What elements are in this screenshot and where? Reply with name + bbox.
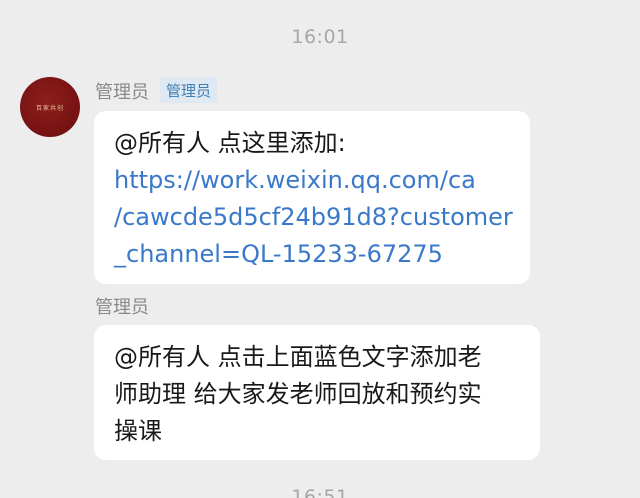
admin-badge: 管理员 — [160, 77, 218, 103]
message-bubble[interactable]: @所有人 点这里添加: https://work.weixin.qq.com/c… — [94, 111, 530, 284]
message-text-line-2: 师助理 给大家发老师回放和预约实 — [114, 380, 482, 408]
message-timestamp: 16:01 — [291, 26, 349, 48]
sender-name: 管理员 — [95, 297, 149, 318]
message-link-line-1[interactable]: https://work.weixin.qq.com/ca — [114, 162, 510, 199]
sender-name: 管理员 — [95, 82, 149, 103]
message-text: @所有人 点这里添加: — [114, 129, 346, 157]
chat-screen: 16:01 百家共创 管理员 管理员 @所有人 点这里添加: https://w… — [0, 0, 640, 498]
message-timestamp-partial: 16:51 — [291, 486, 349, 498]
message-link-line-2[interactable]: /cawcde5d5cf24b91d8?customer — [114, 199, 513, 236]
message-text-line-3: 操课 — [114, 417, 162, 445]
message-link-line-3[interactable]: _channel=QL-15233-67275 — [114, 236, 510, 273]
message-text-line-1: @所有人 点击上面蓝色文字添加老 — [114, 343, 482, 371]
avatar-logo: 百家共创 — [35, 104, 64, 112]
message-bubble[interactable]: @所有人 点击上面蓝色文字添加老 师助理 给大家发老师回放和预约实 操课 — [94, 325, 540, 460]
sender-avatar[interactable]: 百家共创 — [20, 77, 80, 137]
